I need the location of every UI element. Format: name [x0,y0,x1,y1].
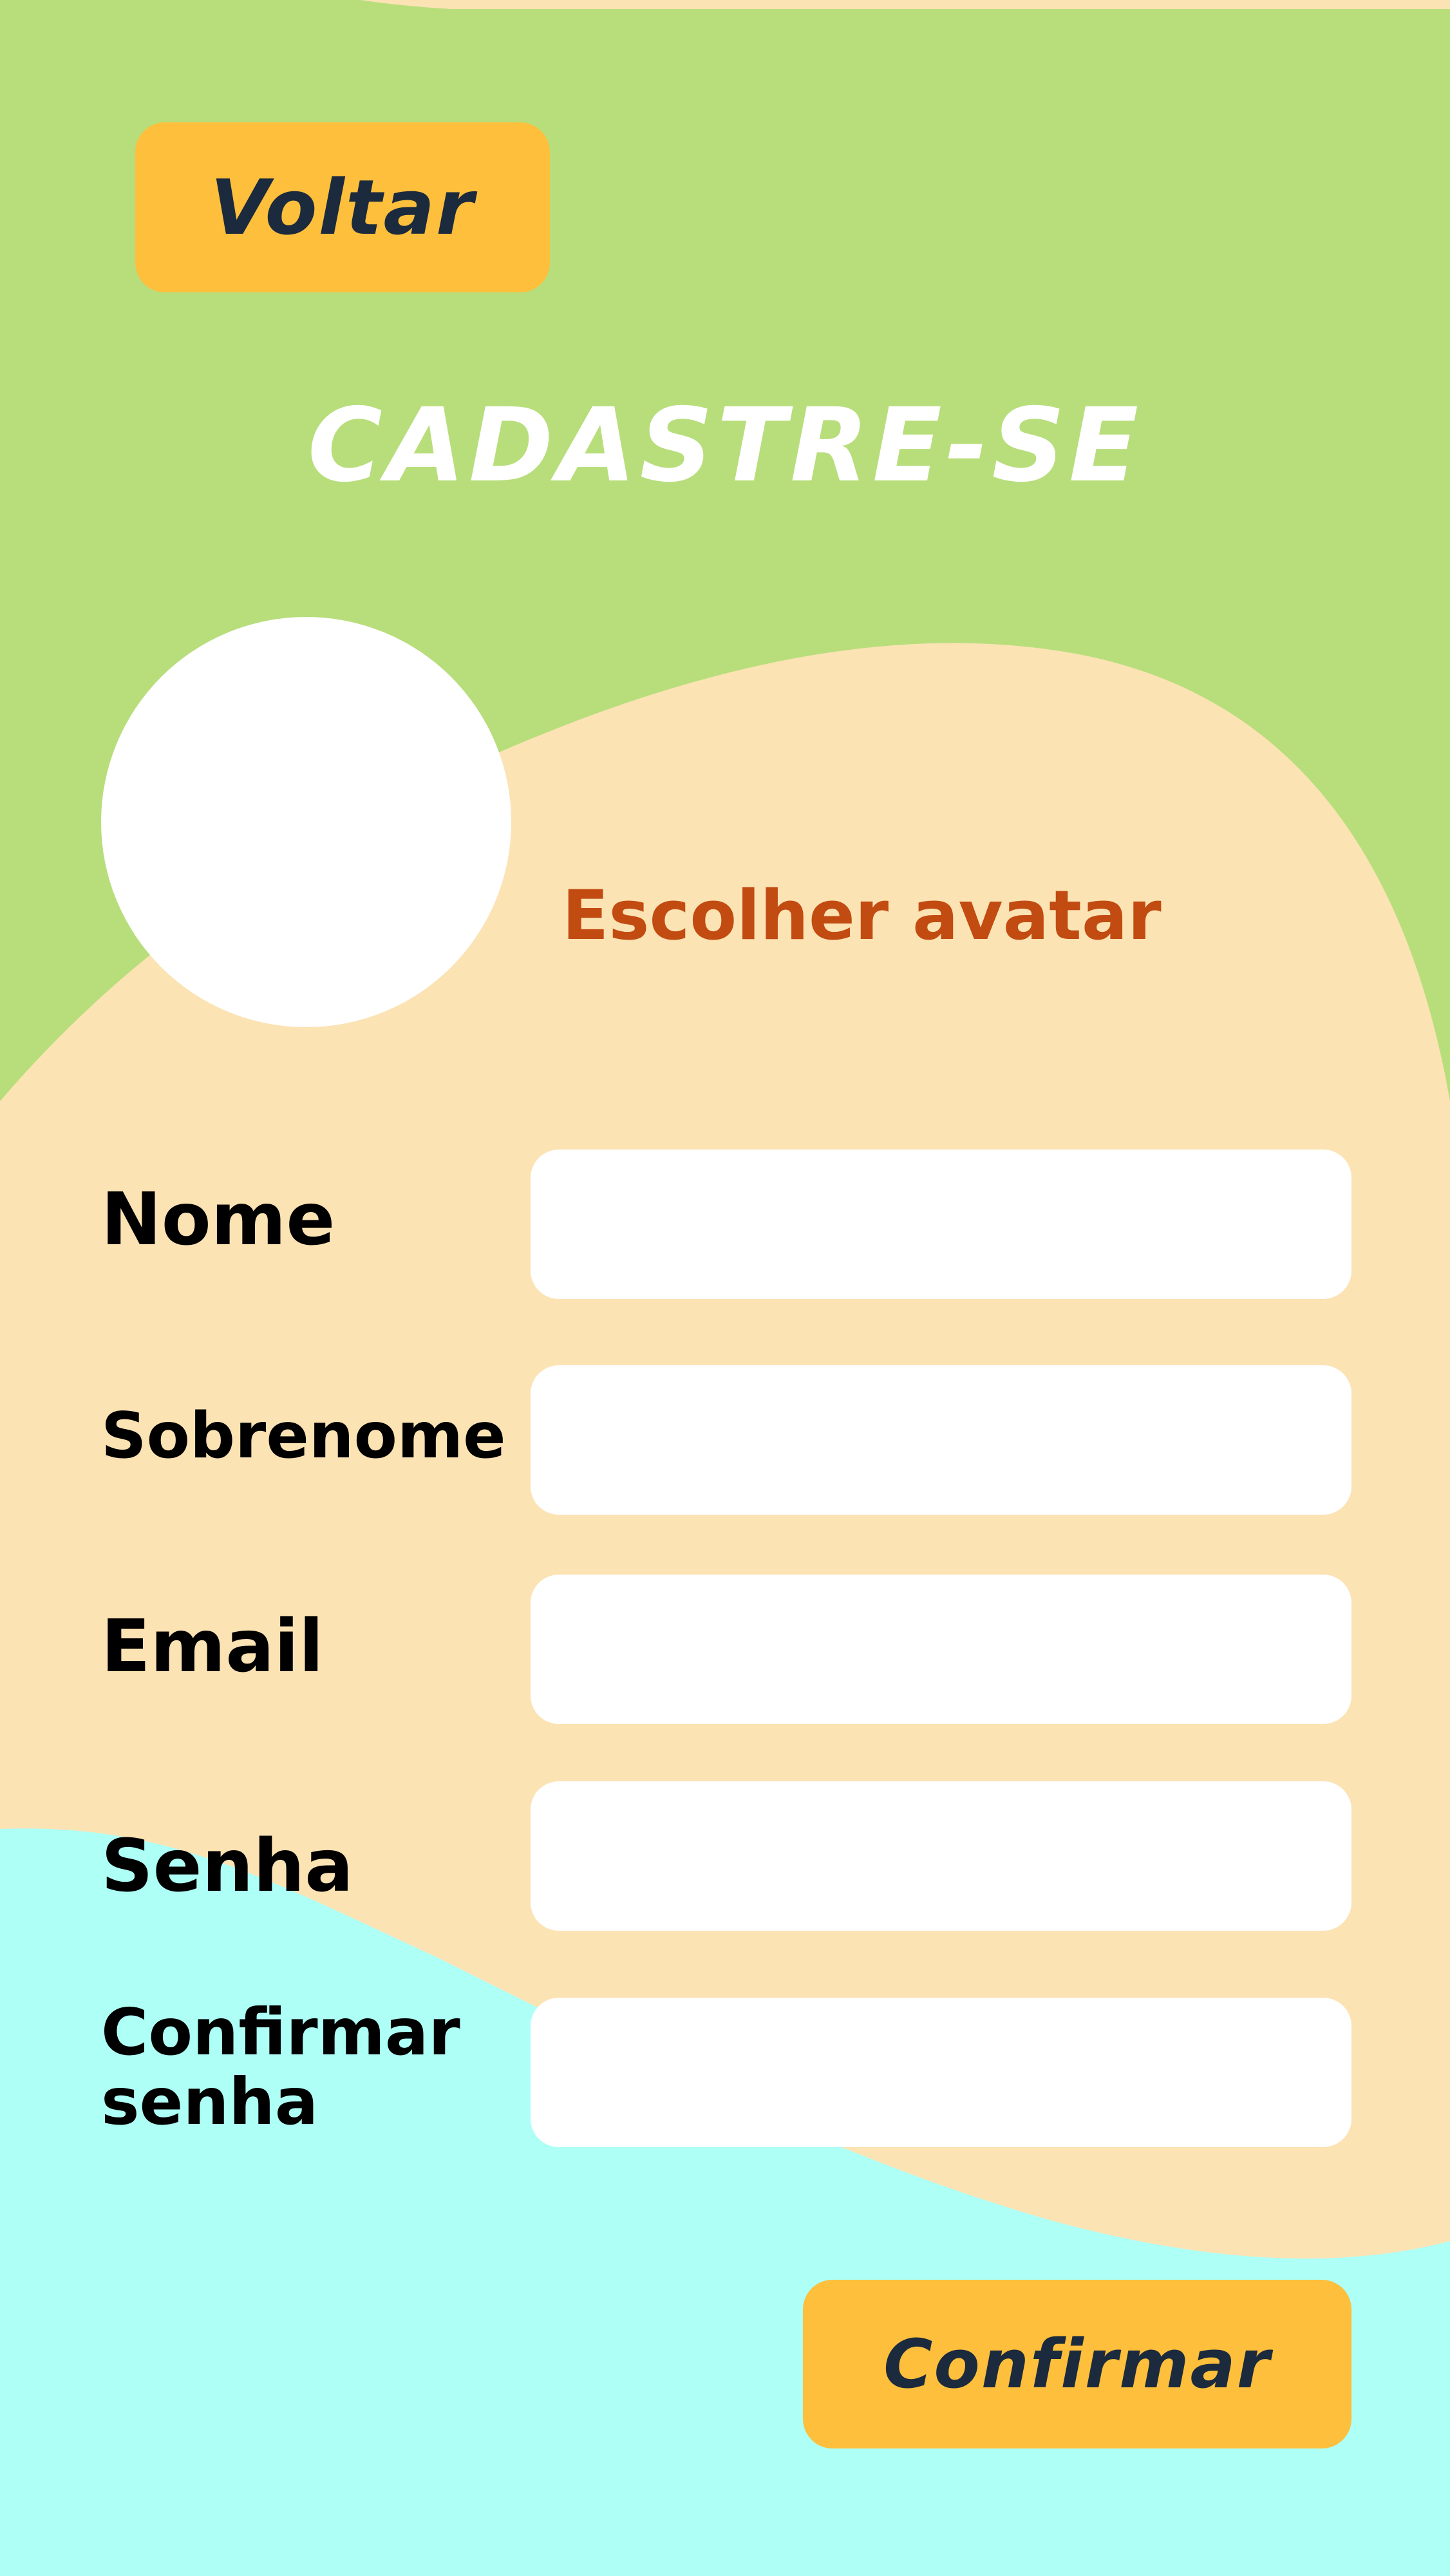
label-nome: Nome [101,1178,335,1262]
confirm-button[interactable]: Confirmar [803,2280,1351,2448]
back-button[interactable]: Voltar [135,122,550,292]
label-email: Email [101,1605,324,1689]
choose-avatar-link[interactable]: Escolher avatar [562,876,1162,955]
label-senha: Senha [101,1824,353,1908]
top-cream-strip [361,0,1450,9]
nome-input[interactable] [531,1150,1351,1299]
email-input[interactable] [531,1575,1351,1724]
label-sobrenome: Sobrenome [101,1399,506,1473]
avatar-placeholder[interactable] [101,617,511,1027]
page-title: CADASTRE-SE [307,386,1143,505]
senha-input[interactable] [531,1781,1351,1931]
label-confirmar-senha: Confirmar senha [101,1994,460,2139]
sobrenome-input[interactable] [531,1365,1351,1515]
confirmar-senha-input[interactable] [531,1998,1351,2147]
